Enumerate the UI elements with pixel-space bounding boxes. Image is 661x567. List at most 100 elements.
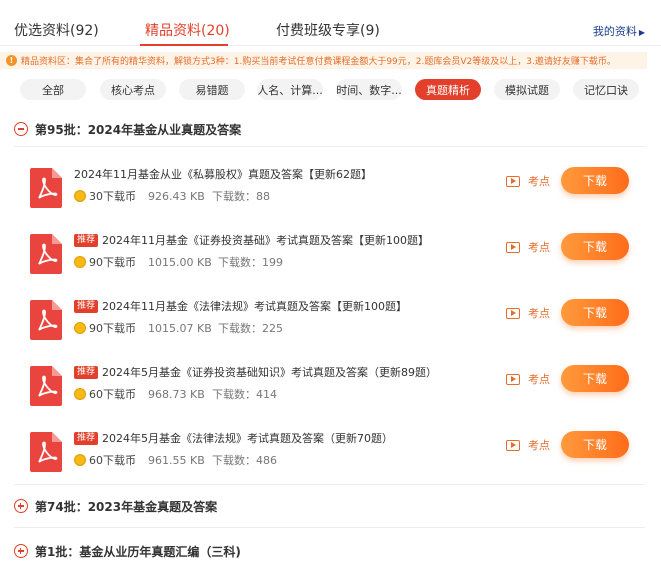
key-points-link[interactable]: 考点 [506, 173, 550, 189]
tab-paid-class-exclusive[interactable]: 付费班级专享(9) [276, 20, 380, 40]
filter-names-calculation[interactable]: 人名、计算... [257, 79, 323, 100]
item-title-row: 推荐 2024年5月基金《法律法规》考试真题及答案（更新70题） [74, 430, 393, 446]
batch-header-74[interactable]: 第74批：2023年基金真题及答案 [14, 497, 217, 515]
key-points-label: 考点 [528, 373, 550, 386]
divider [14, 484, 645, 485]
coin-icon [74, 190, 86, 202]
download-button[interactable]: 下载 [561, 365, 629, 392]
warning-icon: ! [6, 55, 17, 66]
filter-all[interactable]: 全部 [20, 79, 86, 100]
list-item: 推荐 2024年11月基金《证券投资基础》考试真题及答案【更新100题】 90下载… [0, 232, 661, 298]
key-points-label: 考点 [528, 175, 550, 188]
my-materials-label: 我的资料 [592, 25, 637, 38]
batch-header-95[interactable]: 第95批：2024年基金从业真题及答案 [14, 120, 241, 138]
batch-header-1[interactable]: 第1批：基金从业历年真题汇编（三科) [14, 542, 241, 560]
item-meta: 90下载币 1015.07 KB 下载数：225 [74, 321, 283, 335]
item-title[interactable]: 2024年11月基金《法律法规》考试真题及答案【更新100题】 [102, 298, 407, 314]
list-item: 2024年11月基金从业《私募股权》真题及答案【更新62题】 30下载币 926… [0, 166, 661, 232]
download-button[interactable]: 下载 [561, 299, 629, 326]
pdf-file-icon [30, 234, 62, 274]
item-meta: 30下载币 926.43 KB 下载数：88 [74, 189, 270, 203]
minus-circle-icon [14, 122, 28, 136]
divider [14, 527, 645, 528]
plus-circle-icon [14, 544, 28, 558]
play-icon [506, 241, 520, 253]
filter-core-points[interactable]: 核心考点 [100, 79, 166, 100]
item-downloads: 下载数：88 [212, 190, 270, 203]
recommended-badge: 推荐 [74, 299, 99, 313]
key-points-link[interactable]: 考点 [506, 305, 550, 321]
recommended-badge: 推荐 [74, 431, 99, 445]
list-item: 推荐 2024年5月基金《证券投资基础知识》考试真题及答案（更新89题） 60下载… [0, 364, 661, 430]
item-coins: 90下载币 [89, 256, 136, 269]
item-title-row: 推荐 2024年11月基金《法律法规》考试真题及答案【更新100题】 [74, 298, 407, 314]
play-icon [506, 307, 520, 319]
coin-icon [74, 388, 86, 400]
item-size: 926.43 KB [148, 189, 205, 203]
item-size: 1015.00 KB [148, 255, 212, 269]
pdf-file-icon [30, 366, 62, 406]
item-title[interactable]: 2024年11月基金从业《私募股权》真题及答案【更新62题】 [74, 166, 372, 182]
item-coins: 60下载币 [89, 454, 136, 467]
pdf-file-icon [30, 300, 62, 340]
filter-time-numbers[interactable]: 时间、数字... [336, 79, 402, 100]
item-title-row: 推荐 2024年11月基金《证券投资基础》考试真题及答案【更新100题】 [74, 232, 429, 248]
key-points-link[interactable]: 考点 [506, 371, 550, 387]
download-button[interactable]: 下载 [561, 233, 629, 260]
item-coins: 90下载币 [89, 322, 136, 335]
notice-bar: ! 精品资料区：集合了所有的精华资料，解锁方式3种：1.购买当前考试任意付费课程… [0, 52, 647, 69]
play-icon [506, 439, 520, 451]
coin-icon [74, 256, 86, 268]
active-tab-indicator [140, 44, 228, 46]
play-icon [506, 175, 520, 187]
list-item: 推荐 2024年5月基金《法律法规》考试真题及答案（更新70题） 60下载币 96… [0, 430, 661, 496]
filter-mock-exam[interactable]: 模拟试题 [494, 79, 560, 100]
filter-mnemonics[interactable]: 记忆口诀 [573, 79, 639, 100]
item-title-row: 2024年11月基金从业《私募股权》真题及答案【更新62题】 [74, 166, 372, 182]
tab-selected-materials[interactable]: 优选资料(92) [14, 20, 99, 40]
tab-bar: 优选资料(92) 精品资料(20) 付费班级专享(9) 我的资料 ▶ [0, 0, 661, 46]
item-downloads: 下载数：486 [212, 454, 277, 467]
download-button[interactable]: 下载 [561, 431, 629, 458]
item-size: 1015.07 KB [148, 321, 212, 335]
batch-title: 第95批：2024年基金从业真题及答案 [35, 122, 242, 137]
key-points-link[interactable]: 考点 [506, 437, 550, 453]
coin-icon [74, 322, 86, 334]
batch-title: 第74批：2023年基金真题及答案 [35, 499, 218, 514]
item-title-row: 推荐 2024年5月基金《证券投资基础知识》考试真题及答案（更新89题） [74, 364, 437, 380]
item-downloads: 下载数：414 [212, 388, 277, 401]
item-downloads: 下载数：225 [218, 322, 283, 335]
list-item: 推荐 2024年11月基金《法律法规》考试真题及答案【更新100题】 90下载币 … [0, 298, 661, 364]
item-title[interactable]: 2024年5月基金《法律法规》考试真题及答案（更新70题） [102, 430, 393, 446]
filter-error-prone[interactable]: 易错题 [179, 79, 245, 100]
key-points-link[interactable]: 考点 [506, 239, 550, 255]
download-button[interactable]: 下载 [561, 167, 629, 194]
caret-right-icon: ▶ [638, 28, 645, 37]
key-points-label: 考点 [528, 439, 550, 452]
divider [14, 146, 645, 147]
my-materials-link[interactable]: 我的资料 ▶ [593, 23, 645, 39]
item-size: 961.55 KB [148, 453, 205, 467]
notice-text: 精品资料区：集合了所有的精华资料，解锁方式3种：1.购买当前考试任意付费课程金额… [21, 57, 616, 67]
item-title[interactable]: 2024年11月基金《证券投资基础》考试真题及答案【更新100题】 [102, 232, 429, 248]
item-meta: 60下载币 961.55 KB 下载数：486 [74, 453, 277, 467]
tab-premium-materials[interactable]: 精品资料(20) [145, 20, 230, 40]
item-downloads: 下载数：199 [218, 256, 283, 269]
coin-icon [74, 454, 86, 466]
item-coins: 60下载币 [89, 388, 136, 401]
item-coins: 30下载币 [89, 190, 136, 203]
item-title[interactable]: 2024年5月基金《证券投资基础知识》考试真题及答案（更新89题） [102, 364, 437, 380]
item-meta: 90下载币 1015.00 KB 下载数：199 [74, 255, 283, 269]
batch-title: 第1批：基金从业历年真题汇编（三科) [35, 544, 241, 559]
item-size: 968.73 KB [148, 387, 205, 401]
recommended-badge: 推荐 [74, 365, 99, 379]
filter-real-exam[interactable]: 真题精析 [415, 79, 481, 100]
recommended-badge: 推荐 [74, 233, 99, 247]
item-meta: 60下载币 968.73 KB 下载数：414 [74, 387, 277, 401]
key-points-label: 考点 [528, 307, 550, 320]
plus-circle-icon [14, 499, 28, 513]
pdf-file-icon [30, 432, 62, 472]
pdf-file-icon [30, 168, 62, 208]
play-icon [506, 373, 520, 385]
key-points-label: 考点 [528, 241, 550, 254]
